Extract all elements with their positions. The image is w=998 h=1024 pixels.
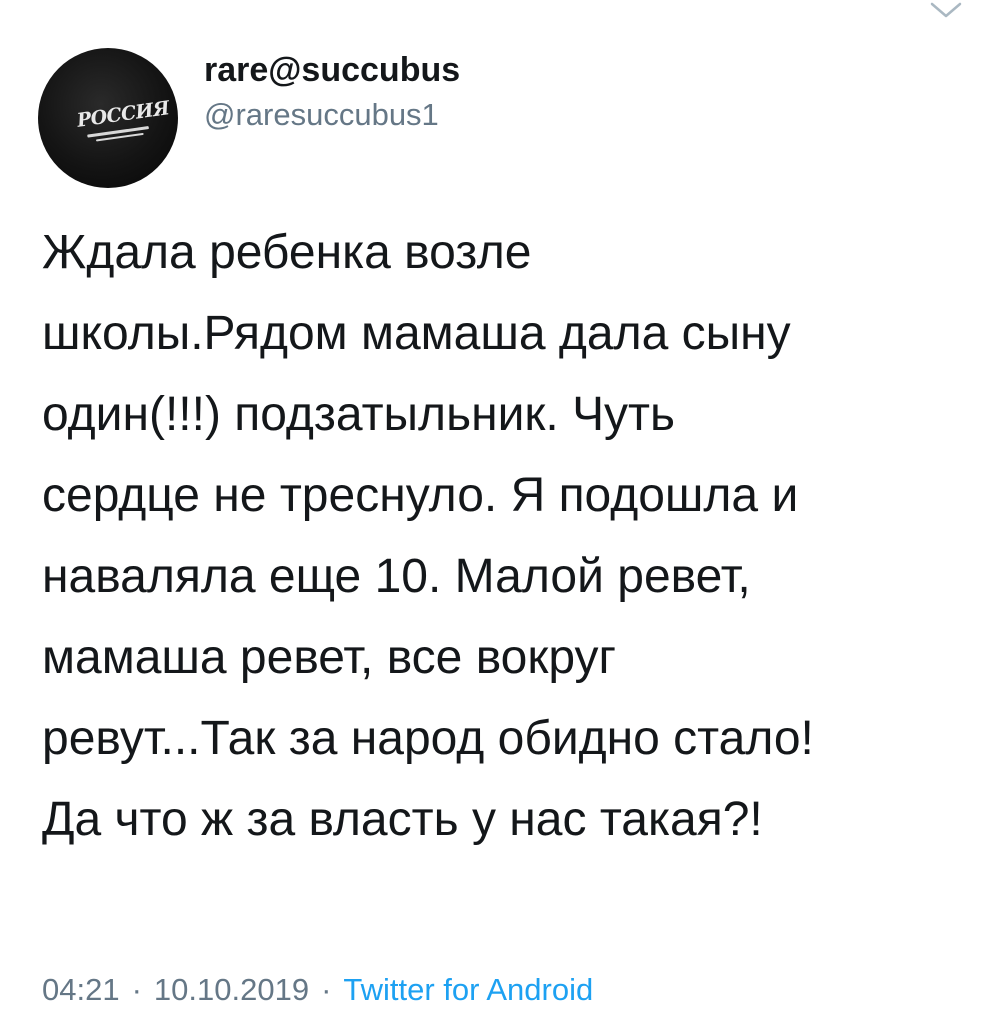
display-name[interactable]: rare@succubus xyxy=(204,50,460,90)
tweet-text-line: мамаша ревет, все вокруг xyxy=(42,631,617,684)
user-handle[interactable]: @raresuccubus1 xyxy=(204,96,439,134)
tweet-text-line: наваляла еще 10. Малой ревет, xyxy=(42,550,751,603)
tweet-text-line: школы.Рядом мамаша дала сыну xyxy=(42,307,791,360)
tweet-text: Ждала ребенка возле школы.Рядом мамаша д… xyxy=(42,212,972,860)
tweet-text-line: ревут...Так за народ обидно стало! xyxy=(42,712,814,765)
meta-separator: · xyxy=(321,972,332,1007)
tweet-text-line: один(!!!) подзатыльник. Чуть xyxy=(42,388,676,441)
tweet-date[interactable]: 10.10.2019 xyxy=(154,972,309,1007)
avatar-emblem: РОССИЯ xyxy=(70,97,171,151)
chevron-down-icon[interactable] xyxy=(926,0,966,24)
tweet-time[interactable]: 04:21 xyxy=(42,972,120,1007)
tweet-source-link[interactable]: Twitter for Android xyxy=(343,972,593,1007)
meta-separator: · xyxy=(131,972,142,1007)
avatar-text: РОССИЯ xyxy=(75,97,171,132)
tweet-meta: 04:21 · 10.10.2019 · Twitter for Android xyxy=(42,970,593,1010)
tweet: РОССИЯ rare@succubus @raresuccubus1 Ждал… xyxy=(0,0,998,1024)
tweet-text-line: Да что ж за власть у нас такая?! xyxy=(42,793,763,846)
tweet-text-line: сердце не треснуло. Я подошла и xyxy=(42,469,799,522)
tweet-text-line: Ждала ребенка возле xyxy=(42,226,532,279)
avatar[interactable]: РОССИЯ xyxy=(38,48,178,188)
